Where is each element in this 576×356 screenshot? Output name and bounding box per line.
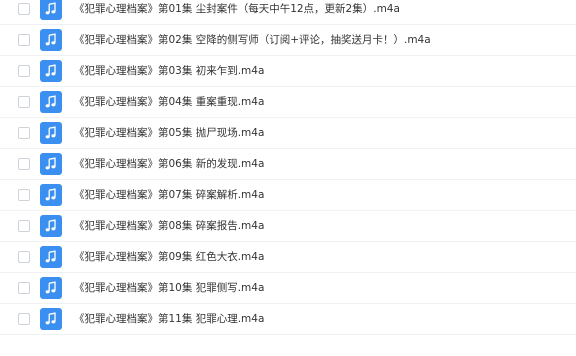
row-checkbox[interactable]	[18, 65, 30, 77]
music-note-icon	[40, 308, 62, 330]
file-row[interactable]: 《犯罪心理档案》第11集 犯罪心理.m4a	[0, 304, 576, 335]
row-checkbox[interactable]	[18, 189, 30, 201]
file-row[interactable]: 《犯罪心理档案》第09集 红色大衣.m4a	[0, 242, 576, 273]
file-name[interactable]: 《犯罪心理档案》第01集 尘封案件（每天中午12点，更新2集）.m4a	[74, 1, 400, 17]
row-checkbox[interactable]	[18, 313, 30, 325]
file-row[interactable]: 《犯罪心理档案》第01集 尘封案件（每天中午12点，更新2集）.m4a	[0, 0, 576, 25]
music-note-icon	[40, 29, 62, 51]
music-note-icon	[40, 122, 62, 144]
file-name[interactable]: 《犯罪心理档案》第10集 犯罪侧写.m4a	[74, 280, 264, 296]
music-note-icon	[40, 91, 62, 113]
file-row[interactable]: 《犯罪心理档案》第08集 碎案报告.m4a	[0, 211, 576, 242]
file-name[interactable]: 《犯罪心理档案》第06集 新的发现.m4a	[74, 156, 264, 172]
music-note-icon	[40, 184, 62, 206]
music-note-icon	[40, 0, 62, 20]
file-row[interactable]: 《犯罪心理档案》第04集 重案重现.m4a	[0, 87, 576, 118]
music-note-icon	[40, 60, 62, 82]
row-checkbox[interactable]	[18, 158, 30, 170]
file-name[interactable]: 《犯罪心理档案》第03集 初来乍到.m4a	[74, 63, 264, 79]
file-name[interactable]: 《犯罪心理档案》第05集 抛尸现场.m4a	[74, 125, 264, 141]
music-note-icon	[40, 215, 62, 237]
file-name[interactable]: 《犯罪心理档案》第11集 犯罪心理.m4a	[74, 311, 264, 327]
music-note-icon	[40, 277, 62, 299]
row-checkbox[interactable]	[18, 34, 30, 46]
file-list: 《犯罪心理档案》第01集 尘封案件（每天中午12点，更新2集）.m4a 《犯罪心…	[0, 0, 576, 356]
row-checkbox[interactable]	[18, 282, 30, 294]
music-note-icon	[40, 153, 62, 175]
file-row[interactable]: 《犯罪心理档案》第06集 新的发现.m4a	[0, 149, 576, 180]
file-name[interactable]: 《犯罪心理档案》第09集 红色大衣.m4a	[74, 249, 264, 265]
file-row[interactable]: 《犯罪心理档案》第05集 抛尸现场.m4a	[0, 118, 576, 149]
row-checkbox[interactable]	[18, 96, 30, 108]
row-checkbox[interactable]	[18, 251, 30, 263]
file-name[interactable]: 《犯罪心理档案》第02集 空降的侧写师（订阅+评论，抽奖送月卡！）.m4a	[74, 32, 431, 48]
row-checkbox[interactable]	[18, 220, 30, 232]
file-name[interactable]: 《犯罪心理档案》第04集 重案重现.m4a	[74, 94, 264, 110]
row-checkbox[interactable]	[18, 127, 30, 139]
row-checkbox[interactable]	[18, 3, 30, 15]
file-row[interactable]: 《犯罪心理档案》第02集 空降的侧写师（订阅+评论，抽奖送月卡！）.m4a	[0, 25, 576, 56]
file-row[interactable]: 《犯罪心理档案》第10集 犯罪侧写.m4a	[0, 273, 576, 304]
file-name[interactable]: 《犯罪心理档案》第08集 碎案报告.m4a	[74, 218, 264, 234]
file-row[interactable]: 《犯罪心理档案》第07集 碎案解析.m4a	[0, 180, 576, 211]
music-note-icon	[40, 246, 62, 268]
file-name[interactable]: 《犯罪心理档案》第07集 碎案解析.m4a	[74, 187, 264, 203]
file-row[interactable]: 《犯罪心理档案》第03集 初来乍到.m4a	[0, 56, 576, 87]
